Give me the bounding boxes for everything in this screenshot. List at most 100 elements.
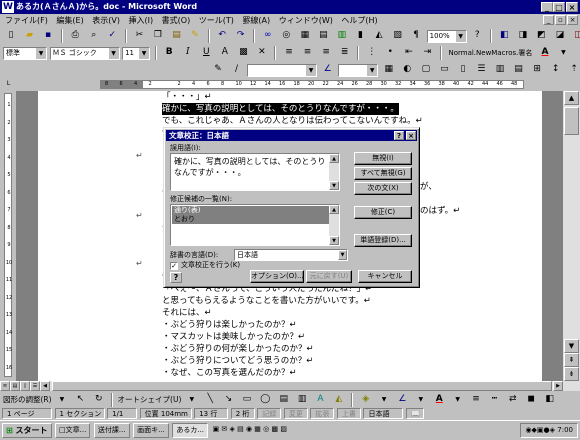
distribute-icon[interactable]: ▤: [512, 63, 526, 77]
slash-icon[interactable]: ∕: [230, 63, 244, 77]
menu-tools[interactable]: ツール(T): [196, 16, 237, 25]
suggestion-item-1[interactable]: 通り(表): [172, 206, 338, 215]
doc-close-button[interactable]: ×: [567, 15, 578, 25]
minimize-button[interactable]: _: [541, 2, 553, 12]
document-line[interactable]: と思ってもらえるようなことを書いた方がいいです。↵: [162, 295, 371, 307]
dialog-help-button[interactable]: ?: [394, 131, 404, 140]
undo-button[interactable]: 元に戻す(U): [306, 270, 352, 283]
char-shading-icon[interactable]: ▩: [236, 46, 250, 60]
prev-page-button[interactable]: ⇞: [564, 353, 579, 367]
pen-icon[interactable]: ✎: [211, 63, 225, 77]
vertical-textbox-icon[interactable]: ▥: [295, 393, 309, 407]
web-toolbar-icon[interactable]: ◎: [279, 29, 293, 43]
grammar-check-checkbox[interactable]: ✓: [170, 262, 178, 270]
autoshapes-dropdown-icon[interactable]: ▼: [185, 393, 199, 407]
menu-file[interactable]: ファイル(F): [2, 16, 51, 25]
show-hide-icon[interactable]: ¶: [409, 29, 423, 43]
dialog-close-button[interactable]: ×: [406, 131, 416, 140]
oval-tool-icon[interactable]: ◯: [258, 393, 272, 407]
line-style-icon[interactable]: ≡: [469, 393, 483, 407]
menu-help[interactable]: ヘルプ(H): [338, 16, 380, 25]
toolbar-extra-3-icon[interactable]: ◩: [534, 29, 548, 43]
quicklaunch-icons[interactable]: ▣ ✉ ◈ ▤ ◉ ▦ ◎ ▩ ▨: [212, 423, 288, 438]
text-dir-icon[interactable]: ↕: [549, 63, 563, 77]
print-preview-icon[interactable]: ⌕: [87, 29, 101, 43]
line-tool-icon[interactable]: ╲: [203, 393, 217, 407]
web-view-button[interactable]: ▤: [10, 381, 20, 391]
print-icon[interactable]: ⎙: [68, 29, 82, 43]
toolbar-extra-2-icon[interactable]: ◨: [516, 29, 530, 43]
document-line[interactable]: ・なぜ、この写真を選んだのか？↵: [162, 367, 297, 379]
spelling-status-icon[interactable]: 📖: [406, 408, 425, 419]
select-objects-icon[interactable]: ↖: [73, 393, 87, 407]
ignore-all-button[interactable]: すべて無視(G): [354, 167, 412, 180]
drawing-icon[interactable]: ◭: [372, 29, 386, 43]
copy-icon[interactable]: ❐: [151, 29, 165, 43]
menu-table[interactable]: 罫線(A): [239, 16, 273, 25]
error-text-scrollbar[interactable]: ▲ ▼: [329, 154, 339, 190]
language-select[interactable]: 日本語 ▼: [234, 249, 348, 261]
bold-button[interactable]: B: [162, 46, 176, 60]
scroll-up-button[interactable]: ▲: [564, 91, 579, 105]
menu-format[interactable]: 書式(O): [159, 16, 194, 25]
scroll-thumb[interactable]: [564, 107, 579, 135]
increase-indent-icon[interactable]: ⇥: [420, 46, 434, 60]
style-select[interactable]: 標準 ▼: [3, 46, 47, 60]
status-language[interactable]: 日本語: [363, 408, 404, 419]
macro-button[interactable]: Normal.NewMacros.署名: [446, 48, 534, 58]
insert-excel-icon[interactable]: ▥: [335, 29, 349, 43]
cols-icon[interactable]: ▥: [493, 63, 507, 77]
menu-insert[interactable]: 挿入(I): [126, 16, 157, 25]
fill-color-icon[interactable]: ◈: [359, 393, 373, 407]
split-icon[interactable]: ▯: [456, 63, 470, 77]
insert-table-icon[interactable]: ▤: [316, 29, 330, 43]
next-sentence-button[interactable]: 次の文(X): [354, 182, 412, 195]
align-left-icon[interactable]: ≡: [282, 46, 296, 60]
horizontal-scrollbar[interactable]: ≡ ▤ ▯ ☰ ◀ ▶: [0, 381, 580, 391]
bullets-icon[interactable]: •: [383, 46, 397, 60]
line-color-icon[interactable]: ∠: [321, 63, 335, 77]
taskbar-task-4[interactable]: あるカ...: [172, 423, 209, 438]
taskbar-task-3[interactable]: 画面キ...: [133, 423, 169, 438]
sort-asc-icon[interactable]: ⇡: [567, 63, 580, 77]
arrow-style-icon[interactable]: ⇄: [506, 393, 520, 407]
fill-dropdown-icon[interactable]: ▼: [377, 393, 391, 407]
cut-icon[interactable]: ✂: [132, 29, 146, 43]
shadow-icon[interactable]: ◼: [524, 393, 538, 407]
document-line[interactable]: 「・・・」↵: [162, 91, 212, 103]
document-line[interactable]: ・ぶどう狩りは楽しかったのか？↵: [162, 319, 297, 331]
italic-button[interactable]: I: [181, 46, 195, 60]
scroll-right-button[interactable]: ▶: [553, 381, 563, 391]
menu-edit[interactable]: 編集(E): [53, 16, 86, 25]
ignore-button[interactable]: 無視(I): [354, 152, 412, 165]
vertical-ruler[interactable]: 1 2 3 4 5 6 7 8 9 10 11 12 13 14 15 16: [0, 91, 16, 381]
office-assistant-icon[interactable]: ?: [170, 272, 182, 283]
error-text-box[interactable]: 確かに、写真の説明としては、そのとうりなんですが・・・。 ▲ ▼: [170, 153, 340, 191]
line-color-tool-icon[interactable]: ∠: [395, 393, 409, 407]
save-icon[interactable]: ▪: [41, 29, 55, 43]
document-line[interactable]: ・ぶどう狩りについてどう思うのか？↵: [162, 355, 313, 367]
table-grid-icon[interactable]: ▦: [382, 63, 396, 77]
options-button[interactable]: オプション(O)...: [250, 270, 304, 283]
tray-icons[interactable]: ◉◆▣●◈: [525, 426, 557, 434]
font-select[interactable]: ＭＳ ゴシック ▼: [49, 46, 120, 60]
cancel-button[interactable]: キャンセル: [358, 270, 412, 283]
hscroll-thumb[interactable]: [52, 381, 552, 391]
horizontal-ruler[interactable]: L 8 6 4 2 2 4 6 8 10 12 14 16 18 20 22 24 26 28 30 32 34 36 38…: [0, 79, 580, 91]
font-color-dropdown-icon[interactable]: ▼: [556, 46, 570, 60]
dialog-title-bar[interactable]: 文章校正：日本語 ? ×: [166, 130, 417, 141]
align-center-icon[interactable]: ≡: [301, 46, 315, 60]
toolbar-extra-1-icon[interactable]: ◧: [497, 29, 511, 43]
status-trk[interactable]: 変更: [283, 408, 308, 419]
arrow-tool-icon[interactable]: ↘: [222, 393, 236, 407]
tables-borders-icon[interactable]: ▦: [298, 29, 312, 43]
toolbar3-select[interactable]: ▼: [247, 63, 318, 77]
shade-icon[interactable]: ◐: [400, 63, 414, 77]
open-folder-icon[interactable]: ▰: [23, 29, 37, 43]
paste-icon[interactable]: ▤: [169, 29, 183, 43]
draw-menu-button[interactable]: 図形の調整(R): [3, 395, 52, 404]
border-icon[interactable]: ▢: [419, 63, 433, 77]
suggestion-scrollbar[interactable]: ▲ ▼: [329, 205, 339, 245]
format-painter-icon[interactable]: ✎: [188, 29, 202, 43]
line-dropdown-icon[interactable]: ▼: [414, 393, 428, 407]
